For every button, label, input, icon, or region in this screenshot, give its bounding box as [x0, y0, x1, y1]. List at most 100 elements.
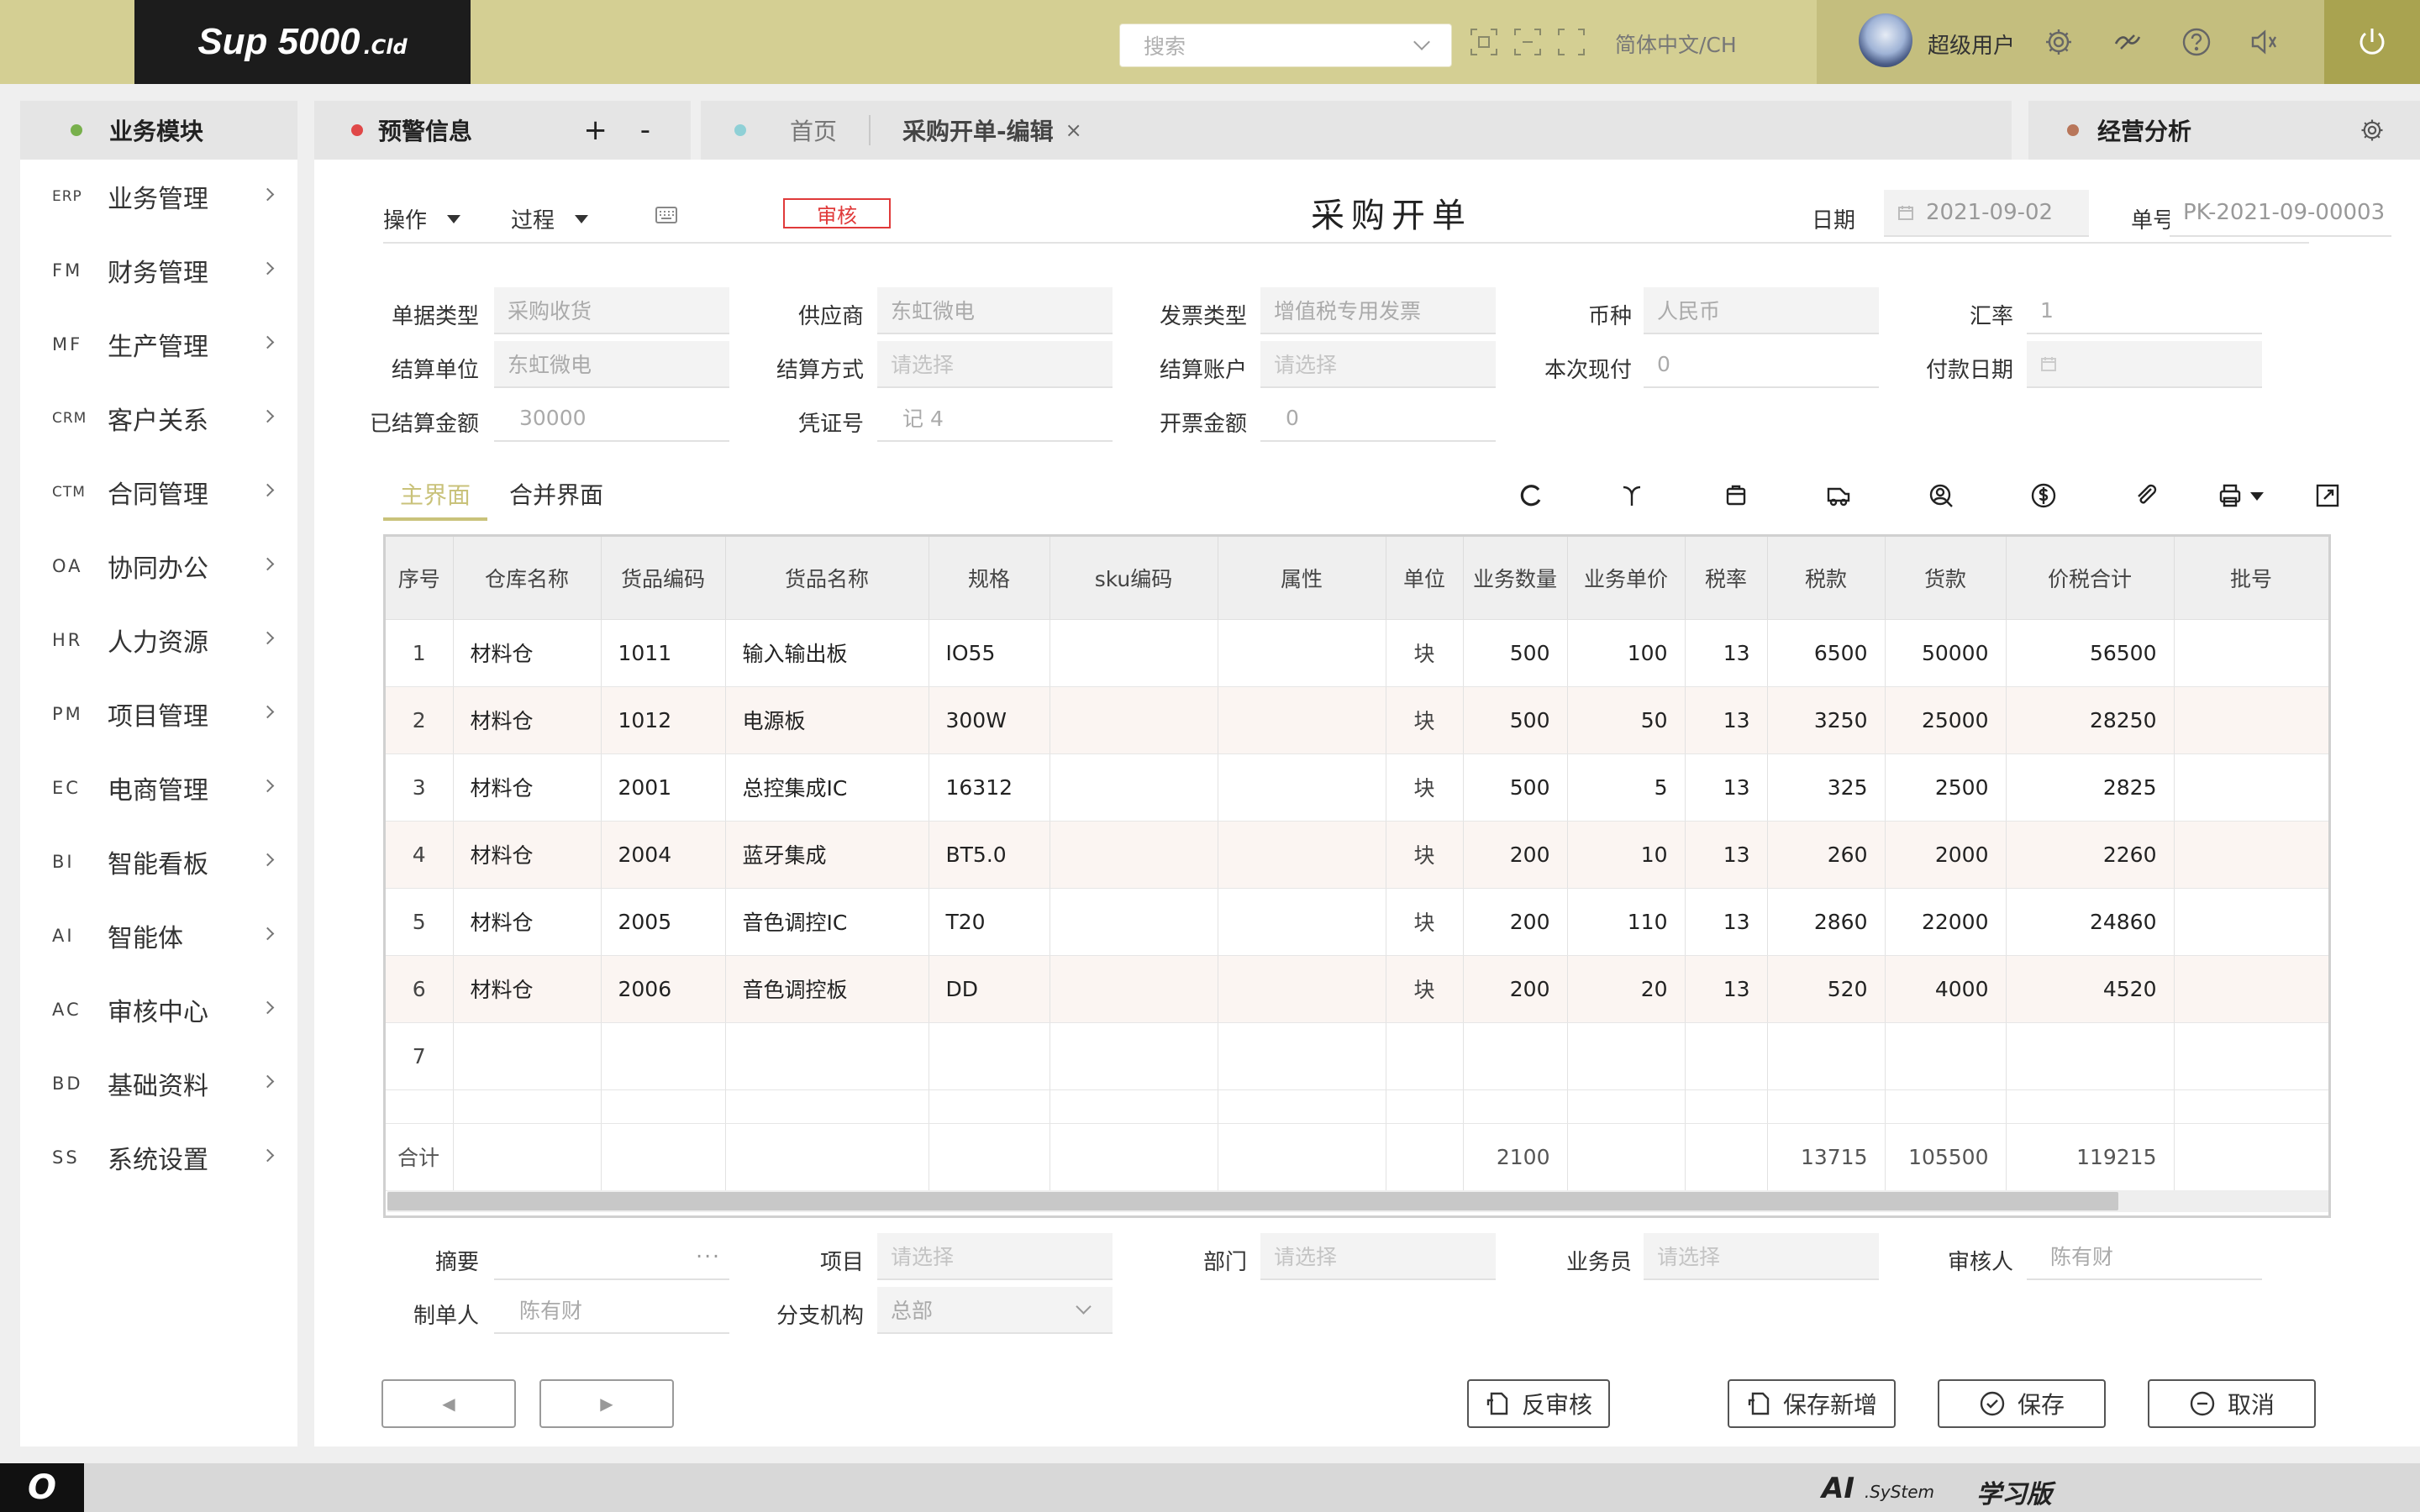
- table-cell[interactable]: 25000: [1885, 686, 2007, 754]
- sound-mute-icon[interactable]: [2249, 27, 2279, 57]
- sidebar-item-ctm[interactable]: CTM 合同管理: [20, 455, 297, 529]
- table-cell[interactable]: 块: [1386, 686, 1464, 754]
- column-header[interactable]: 业务数量: [1463, 537, 1568, 620]
- column-header[interactable]: 属性: [1218, 537, 1386, 620]
- print-icon[interactable]: [2217, 482, 2244, 509]
- prev-record-button[interactable]: ◀: [381, 1379, 516, 1428]
- table-cell[interactable]: [1567, 1022, 1686, 1090]
- table-row[interactable]: 1 材料仓 1011 输入输出板 IO55 块 500 100 13 6500 50000 56500: [386, 619, 2328, 687]
- operation-menu[interactable]: 操作: [383, 203, 461, 234]
- table-cell[interactable]: 56500: [2006, 619, 2175, 687]
- sidebar-item-bd[interactable]: BD 基础资料: [20, 1047, 297, 1121]
- save-new-button[interactable]: 保存新增: [1728, 1379, 1896, 1428]
- power-button[interactable]: [2324, 0, 2420, 84]
- currency-field[interactable]: 人民币: [1644, 287, 1879, 334]
- table-cell[interactable]: 24860: [2006, 888, 2175, 956]
- table-cell[interactable]: 蓝牙集成: [725, 821, 929, 889]
- help-icon[interactable]: [2181, 27, 2212, 57]
- table-cell[interactable]: [1050, 821, 1218, 889]
- table-cell[interactable]: 13: [1685, 955, 1768, 1023]
- avatar[interactable]: [1859, 13, 1912, 67]
- table-cell[interactable]: DD: [929, 955, 1050, 1023]
- table-cell[interactable]: 325: [1767, 753, 1886, 822]
- table-row[interactable]: 5 材料仓 2005 音色调控IC T20 块 200 110 13 2860 22000 24860: [386, 888, 2328, 956]
- table-cell[interactable]: 材料仓: [453, 686, 602, 754]
- table-cell[interactable]: 总控集成IC: [725, 753, 929, 822]
- chevron-down-icon[interactable]: [1413, 34, 1430, 50]
- tab-merge-view[interactable]: 合并界面: [492, 477, 620, 517]
- column-header[interactable]: 税率: [1685, 537, 1768, 620]
- department-select[interactable]: 请选择: [1260, 1233, 1496, 1280]
- sidebar-item-bi[interactable]: BI 智能看板: [20, 825, 297, 899]
- supplier-field[interactable]: 东虹微电: [877, 287, 1113, 334]
- table-cell[interactable]: [1463, 1022, 1568, 1090]
- voucher-no-field[interactable]: 记 4: [877, 395, 1113, 442]
- sidebar-item-hr[interactable]: HR 人力资源: [20, 603, 297, 677]
- table-cell[interactable]: 110: [1567, 888, 1686, 956]
- tab-main-view[interactable]: 主界面: [383, 477, 488, 521]
- maker-field[interactable]: 陈有财: [494, 1287, 729, 1334]
- table-cell[interactable]: 50000: [1885, 619, 2007, 687]
- ai-system-label[interactable]: AI .SyStem: [1822, 1472, 1934, 1505]
- column-header[interactable]: 规格: [929, 537, 1050, 620]
- tab-home[interactable]: 首页: [790, 113, 837, 147]
- table-cell[interactable]: [2174, 1022, 2328, 1090]
- table-cell[interactable]: IO55: [929, 619, 1050, 687]
- table-cell[interactable]: 输入输出板: [725, 619, 929, 687]
- table-cell[interactable]: 材料仓: [453, 955, 602, 1023]
- sidebar-item-ec[interactable]: EC 电商管理: [20, 751, 297, 825]
- refresh-icon[interactable]: [1518, 482, 1544, 509]
- table-cell[interactable]: [1218, 1022, 1386, 1090]
- expand-icon[interactable]: [2314, 482, 2341, 509]
- table-cell[interactable]: BT5.0: [929, 821, 1050, 889]
- table-cell[interactable]: 3250: [1767, 686, 1886, 754]
- table-cell[interactable]: 2825: [2006, 753, 2175, 822]
- table-row[interactable]: 2 材料仓 1012 电源板 300W 块 500 50 13 3250 25000 28250: [386, 686, 2328, 754]
- search-input[interactable]: 搜索: [1119, 24, 1452, 67]
- table-cell[interactable]: [1885, 1022, 2007, 1090]
- table-row[interactable]: 3 材料仓 2001 总控集成IC 16312 块 500 5 13 325 2500 2825: [386, 753, 2328, 822]
- sidebar-item-mf[interactable]: MF 生产管理: [20, 307, 297, 381]
- table-cell[interactable]: 2006: [601, 955, 726, 1023]
- table-cell[interactable]: 10: [1567, 821, 1686, 889]
- table-cell[interactable]: 5: [386, 888, 454, 956]
- column-header[interactable]: 序号: [386, 537, 454, 620]
- settle-account-select[interactable]: 请选择: [1260, 341, 1496, 388]
- table-cell[interactable]: 5: [1567, 753, 1686, 822]
- table-cell[interactable]: [1218, 955, 1386, 1023]
- tab-purchase-edit[interactable]: 采购开单-编辑: [902, 113, 1054, 147]
- table-cell[interactable]: 13: [1685, 888, 1768, 956]
- table-cell[interactable]: 音色调控IC: [725, 888, 929, 956]
- caret-down-icon[interactable]: [2247, 482, 2267, 509]
- table-cell[interactable]: 500: [1463, 753, 1568, 822]
- table-cell[interactable]: 500: [1463, 686, 1568, 754]
- table-cell[interactable]: 2860: [1767, 888, 1886, 956]
- column-header[interactable]: 业务单价: [1567, 537, 1686, 620]
- process-menu[interactable]: 过程: [511, 203, 589, 234]
- table-cell[interactable]: [453, 1022, 602, 1090]
- table-cell[interactable]: [929, 1022, 1050, 1090]
- audit-button[interactable]: 审核: [783, 198, 891, 228]
- reviewer-field[interactable]: 陈有财: [2027, 1233, 2262, 1280]
- table-cell[interactable]: 13: [1685, 821, 1768, 889]
- table-cell[interactable]: [1050, 955, 1218, 1023]
- table-cell[interactable]: [725, 1022, 929, 1090]
- close-icon[interactable]: ×: [1065, 118, 1082, 142]
- table-cell[interactable]: [1218, 821, 1386, 889]
- table-cell[interactable]: [2174, 821, 2328, 889]
- table-cell[interactable]: 材料仓: [453, 821, 602, 889]
- username[interactable]: 超级用户: [1928, 29, 2015, 60]
- table-cell[interactable]: 100: [1567, 619, 1686, 687]
- table-cell[interactable]: 16312: [929, 753, 1050, 822]
- table-cell[interactable]: [1218, 753, 1386, 822]
- table-cell[interactable]: [2174, 888, 2328, 956]
- summary-field[interactable]: ···: [494, 1233, 729, 1280]
- theme-icon[interactable]: [2112, 27, 2143, 57]
- attachment-icon[interactable]: [2133, 482, 2160, 509]
- column-header[interactable]: 批号: [2174, 537, 2328, 620]
- table-cell[interactable]: 500: [1463, 619, 1568, 687]
- save-button[interactable]: 保存: [1938, 1379, 2106, 1428]
- column-header[interactable]: 仓库名称: [453, 537, 602, 620]
- project-select[interactable]: 请选择: [877, 1233, 1113, 1280]
- next-record-button[interactable]: ▶: [539, 1379, 674, 1428]
